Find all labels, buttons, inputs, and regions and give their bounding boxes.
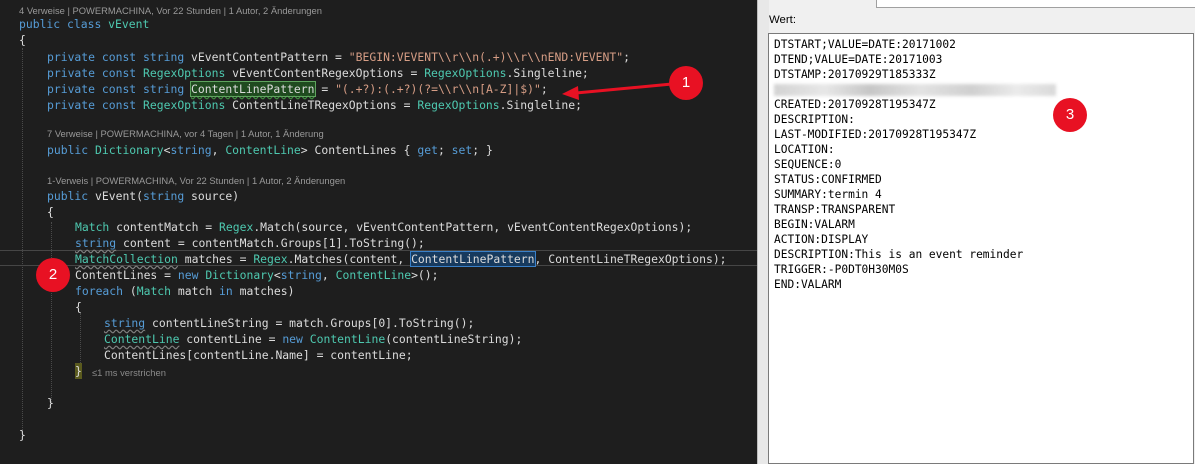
code-line-content-match[interactable]: Match contentMatch = Regex.Match(source,… bbox=[75, 219, 692, 235]
indent-guide bbox=[22, 48, 23, 430]
annotation-marker-2: 2 bbox=[36, 258, 70, 292]
code-line-content-line-regex-options[interactable]: private const RegexOptions ContentLineTR… bbox=[47, 97, 582, 113]
value-line: END:VALARM bbox=[774, 278, 842, 291]
code-line-new-dictionary[interactable]: ContentLines = new Dictionary<string, Co… bbox=[75, 267, 439, 283]
value-label: Wert: bbox=[769, 14, 797, 26]
expression-box[interactable] bbox=[876, 0, 1195, 8]
annotation-marker-3: 3 bbox=[1053, 98, 1087, 132]
code-line-constructor[interactable]: public vEvent(string source) bbox=[47, 188, 239, 204]
value-line: TRANSP:TRANSPARENT bbox=[774, 203, 896, 216]
value-line: STATUS:CONFIRMED bbox=[774, 173, 882, 186]
value-line: SEQUENCE:0 bbox=[774, 158, 842, 171]
value-textbox[interactable]: DTSTART;VALUE=DATE:20171002 DTEND;VALUE=… bbox=[768, 33, 1194, 464]
code-line-content-regex-options[interactable]: private const RegexOptions vEventContent… bbox=[47, 65, 589, 81]
value-line: DESCRIPTION:This is an event reminder bbox=[774, 248, 1024, 261]
value-line: BEGIN:VALARM bbox=[774, 218, 855, 231]
value-line: CREATED:20170928T195347Z bbox=[774, 98, 936, 111]
annotation-marker-1: 1 bbox=[669, 66, 703, 100]
code-line-brace[interactable]: { bbox=[75, 299, 82, 315]
content-line-pattern-identifier[interactable]: ContentLinePattern bbox=[190, 81, 316, 97]
value-line: LOCATION: bbox=[774, 143, 835, 156]
value-line: DTSTART;VALUE=DATE:20171002 bbox=[774, 38, 956, 51]
code-line-brace-highlighted[interactable]: } bbox=[75, 363, 82, 379]
codelens-constructor[interactable]: 1-Verweis | POWERMACHINA, Vor 22 Stunden… bbox=[47, 175, 345, 187]
value-line: DTSTAMP:20170929T185333Z bbox=[774, 68, 936, 81]
code-line-content-lines-property[interactable]: public Dictionary<string, ContentLine> C… bbox=[47, 142, 493, 158]
code-line-class-declaration[interactable]: public class vEvent bbox=[19, 16, 149, 32]
code-line-content-line-string[interactable]: string contentLineString = match.Groups[… bbox=[104, 315, 474, 331]
code-line-dictionary-assign[interactable]: ContentLines[contentLine.Name] = content… bbox=[104, 347, 413, 363]
codelens-property[interactable]: 7 Verweise | POWERMACHINA, vor 4 Tagen |… bbox=[47, 128, 324, 140]
code-line-brace[interactable]: } bbox=[47, 395, 54, 411]
value-line: DESCRIPTION: bbox=[774, 113, 855, 126]
code-line-content-line[interactable]: ContentLine contentLine = new ContentLin… bbox=[104, 331, 522, 347]
code-editor[interactable]: 4 Verweise | POWERMACHINA, Vor 22 Stunde… bbox=[0, 0, 757, 464]
content-line-pattern-reference[interactable]: ContentLinePattern bbox=[410, 251, 536, 267]
code-line-brace[interactable]: { bbox=[19, 32, 26, 48]
code-line-brace[interactable]: } bbox=[19, 427, 26, 443]
value-line: LAST-MODIFIED:20170928T195347Z bbox=[774, 128, 977, 141]
indent-guide bbox=[51, 222, 52, 402]
code-line-content-line-pattern[interactable]: private const string ContentLinePattern … bbox=[47, 81, 548, 97]
value-line: SUMMARY:termin 4 bbox=[774, 188, 882, 201]
code-line-content-pattern[interactable]: private const string vEventContentPatter… bbox=[47, 49, 630, 65]
value-line: DTEND;VALUE=DATE:20171003 bbox=[774, 53, 943, 66]
elapsed-time-hint: ≤1 ms verstrichen bbox=[92, 367, 166, 378]
value-line: ACTION:DISPLAY bbox=[774, 233, 869, 246]
redacted-line bbox=[774, 84, 1056, 96]
value-viewer-panel: Wert: DTSTART;VALUE=DATE:20171002 DTEND;… bbox=[768, 0, 1195, 464]
code-line-content-string[interactable]: string content = contentMatch.Groups[1].… bbox=[75, 235, 425, 251]
value-line: TRIGGER:-P0DT0H30M0S bbox=[774, 263, 909, 276]
code-line-brace[interactable]: { bbox=[47, 204, 54, 220]
code-line-matches[interactable]: MatchCollection matches = Regex.Matches(… bbox=[75, 251, 727, 267]
code-line-foreach[interactable]: foreach (Match match in matches) bbox=[75, 283, 295, 299]
